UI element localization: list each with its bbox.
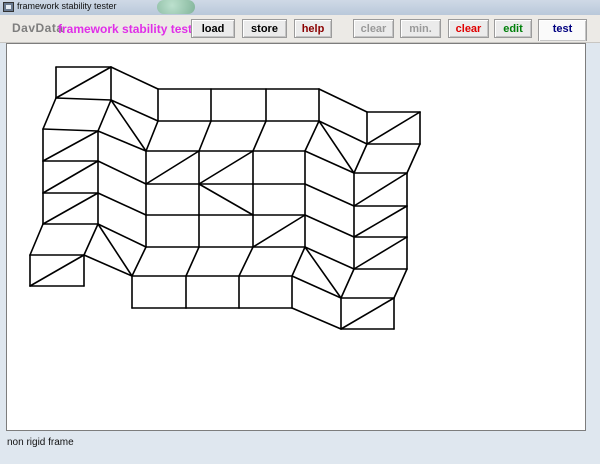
framework-drawing[interactable] xyxy=(7,44,585,430)
right-strip xyxy=(590,43,600,464)
store-button[interactable]: store xyxy=(242,19,287,38)
frame-bar[interactable] xyxy=(198,183,254,216)
frame-bar[interactable] xyxy=(353,205,408,238)
toolbar: DavData framework stability tester load … xyxy=(0,15,600,43)
frame-bar[interactable] xyxy=(145,120,159,152)
frame-bar[interactable] xyxy=(366,111,421,145)
frame-bar[interactable] xyxy=(131,246,147,277)
frame-bar[interactable] xyxy=(110,66,159,90)
brand-logo: DavData xyxy=(12,21,64,35)
frame-bar[interactable] xyxy=(83,223,99,256)
frame-bar[interactable] xyxy=(198,120,212,152)
app-icon xyxy=(3,2,14,12)
frame-bar[interactable] xyxy=(353,143,368,174)
frame-bar[interactable] xyxy=(42,160,99,194)
frame-bar[interactable] xyxy=(145,150,200,185)
min-button[interactable]: min. xyxy=(400,19,441,38)
clear-disabled-button[interactable]: clear xyxy=(353,19,394,38)
frame-bar[interactable] xyxy=(29,223,44,256)
title-bar: framework stability tester xyxy=(0,0,600,16)
frame-bar[interactable] xyxy=(252,120,267,152)
frame-bar[interactable] xyxy=(252,214,306,248)
frame-bar[interactable] xyxy=(291,246,306,277)
frame-bar[interactable] xyxy=(238,246,254,277)
frame-bar[interactable] xyxy=(304,214,355,238)
test-tab[interactable]: test xyxy=(538,19,587,41)
frame-bar[interactable] xyxy=(304,183,355,207)
frame-bar[interactable] xyxy=(42,192,99,225)
frame-canvas[interactable] xyxy=(6,43,586,431)
frame-bar[interactable] xyxy=(97,192,147,216)
frame-bar[interactable] xyxy=(42,130,99,162)
frame-bar[interactable] xyxy=(55,97,112,101)
frame-bar[interactable] xyxy=(393,268,408,299)
frame-bar[interactable] xyxy=(97,160,147,185)
frame-bar[interactable] xyxy=(340,268,355,299)
frame-bar[interactable] xyxy=(340,297,395,330)
edit-button[interactable]: edit xyxy=(494,19,532,38)
status-text: non rigid frame xyxy=(7,437,74,448)
frame-bar[interactable] xyxy=(185,246,200,277)
frame-bar[interactable] xyxy=(353,236,408,270)
taskbar-blob-icon xyxy=(157,0,195,14)
window-title: framework stability tester xyxy=(17,1,117,11)
frame-bar[interactable] xyxy=(42,128,99,132)
frame-bar[interactable] xyxy=(29,254,85,287)
frame-bar[interactable] xyxy=(304,120,320,152)
app-title: framework stability tester xyxy=(58,22,204,36)
help-button[interactable]: help xyxy=(294,19,332,38)
frame-bar[interactable] xyxy=(291,307,342,330)
frame-bar[interactable] xyxy=(42,97,57,130)
frame-bar[interactable] xyxy=(318,88,368,113)
frame-bar[interactable] xyxy=(97,99,112,132)
frame-bar[interactable] xyxy=(406,143,421,174)
frame-bar[interactable] xyxy=(353,172,408,207)
frame-bar[interactable] xyxy=(55,66,112,99)
clear-button[interactable]: clear xyxy=(448,19,489,38)
frame-bar[interactable] xyxy=(198,150,254,185)
load-button[interactable]: load xyxy=(191,19,235,38)
